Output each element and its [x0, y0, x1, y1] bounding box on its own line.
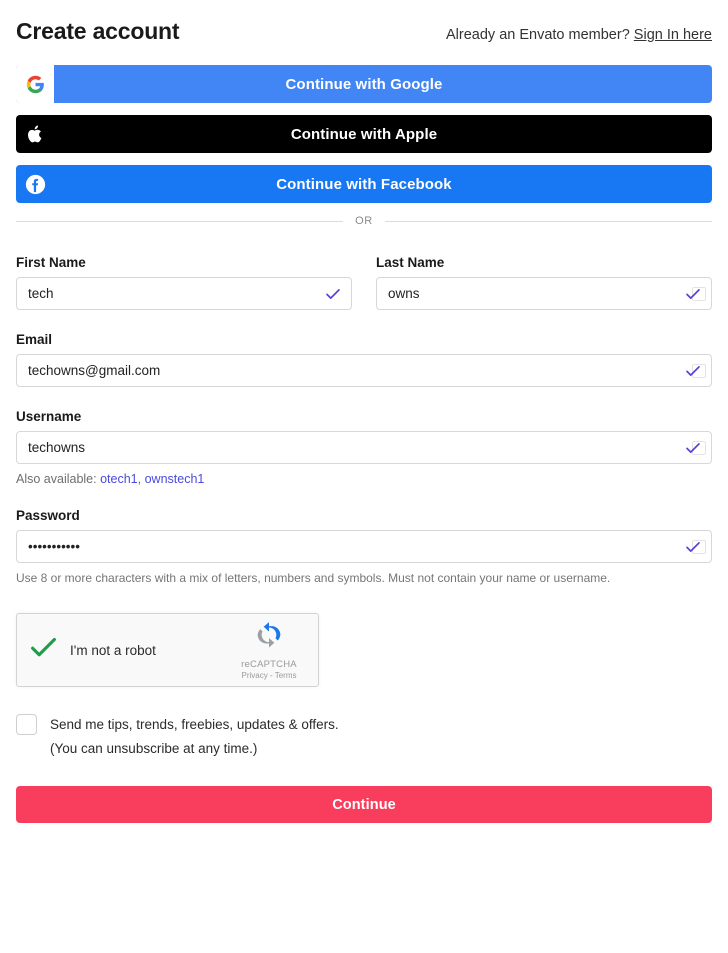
recaptcha-checkbox-area[interactable]: I'm not a robot: [29, 633, 232, 667]
divider-label: OR: [355, 215, 373, 227]
signup-page: Create account Already an Envato member?…: [0, 0, 728, 953]
marketing-optin-text: Send me tips, trends, freebies, updates …: [50, 713, 339, 760]
username-suggestion-separator: ,: [137, 472, 142, 486]
recaptcha-label: I'm not a robot: [70, 642, 156, 658]
marketing-optin: Send me tips, trends, freebies, updates …: [16, 713, 712, 760]
password-input-wrap: [16, 530, 712, 563]
email-input-wrap: [16, 354, 712, 387]
first-name-label: First Name: [16, 255, 86, 270]
name-row: First Name Last Name: [16, 255, 712, 310]
continue-submit-button[interactable]: Continue: [16, 786, 712, 824]
apple-icon: [16, 115, 54, 153]
or-divider: OR: [16, 215, 713, 227]
email-group: Email: [16, 332, 712, 387]
divider-line-right: [384, 220, 713, 222]
last-name-label: Last Name: [376, 255, 445, 270]
last-name-input[interactable]: [376, 277, 712, 310]
recaptcha-brand: reCAPTCHA Privacy - Terms: [232, 620, 306, 680]
continue-with-apple-label: Continue with Apple: [290, 125, 438, 143]
last-name-group: Last Name: [376, 255, 712, 310]
password-helper-text: Use 8 or more characters with a mix of l…: [16, 571, 611, 585]
marketing-optin-checkbox[interactable]: [16, 714, 37, 735]
username-group: Username Also available: otech1, ownstec…: [16, 409, 712, 486]
continue-with-facebook-label: Continue with Facebook: [276, 175, 452, 193]
google-icon: [16, 65, 54, 103]
email-label: Email: [16, 332, 53, 347]
first-name-input-wrap: [16, 277, 352, 310]
password-label: Password: [16, 508, 80, 523]
page-title: Create account: [16, 18, 180, 44]
sign-in-link[interactable]: Sign In here: [634, 27, 712, 43]
recaptcha-logo-icon: [253, 622, 285, 656]
continue-with-facebook-button[interactable]: Continue with Facebook: [16, 165, 712, 203]
username-suggestions: Also available: otech1, ownstech1: [16, 472, 712, 486]
username-label: Username: [16, 409, 82, 424]
recaptcha-checked-icon: [29, 633, 58, 667]
recaptcha-legal-links[interactable]: Privacy - Terms: [232, 671, 306, 680]
continue-with-google-button[interactable]: Continue with Google: [16, 65, 712, 103]
recaptcha-brand-name: reCAPTCHA: [241, 659, 297, 670]
page-header: Create account Already an Envato member?…: [16, 0, 712, 55]
username-suggestion-1[interactable]: otech1: [100, 472, 138, 486]
member-prompt: Already an Envato member? Sign In here: [446, 27, 712, 43]
member-prompt-text: Already an Envato member?: [446, 27, 630, 43]
continue-with-apple-button[interactable]: Continue with Apple: [16, 115, 712, 153]
marketing-optin-line-1: Send me tips, trends, freebies, updates …: [50, 717, 339, 732]
username-suggestion-2[interactable]: ownstech1: [145, 472, 205, 486]
social-login-list: Continue with Google Continue with Apple…: [16, 65, 712, 203]
last-name-input-wrap: [376, 277, 712, 310]
password-input[interactable]: [16, 530, 712, 563]
username-input[interactable]: [16, 431, 712, 464]
email-input[interactable]: [16, 354, 712, 387]
username-input-wrap: [16, 431, 712, 464]
username-suggestion-prefix: Also available:: [16, 472, 97, 486]
first-name-group: First Name: [16, 255, 352, 310]
marketing-optin-line-2: (You can unsubscribe at any time.): [50, 740, 258, 756]
password-group: Password Use 8 or more characters with a…: [16, 508, 712, 585]
first-name-input[interactable]: [16, 277, 352, 310]
facebook-icon: [16, 165, 54, 203]
recaptcha-widget[interactable]: I'm not a robot reCAPTCHA Privacy - Term…: [16, 613, 319, 687]
divider-line-left: [16, 220, 344, 222]
continue-with-google-label: Continue with Google: [285, 75, 443, 93]
